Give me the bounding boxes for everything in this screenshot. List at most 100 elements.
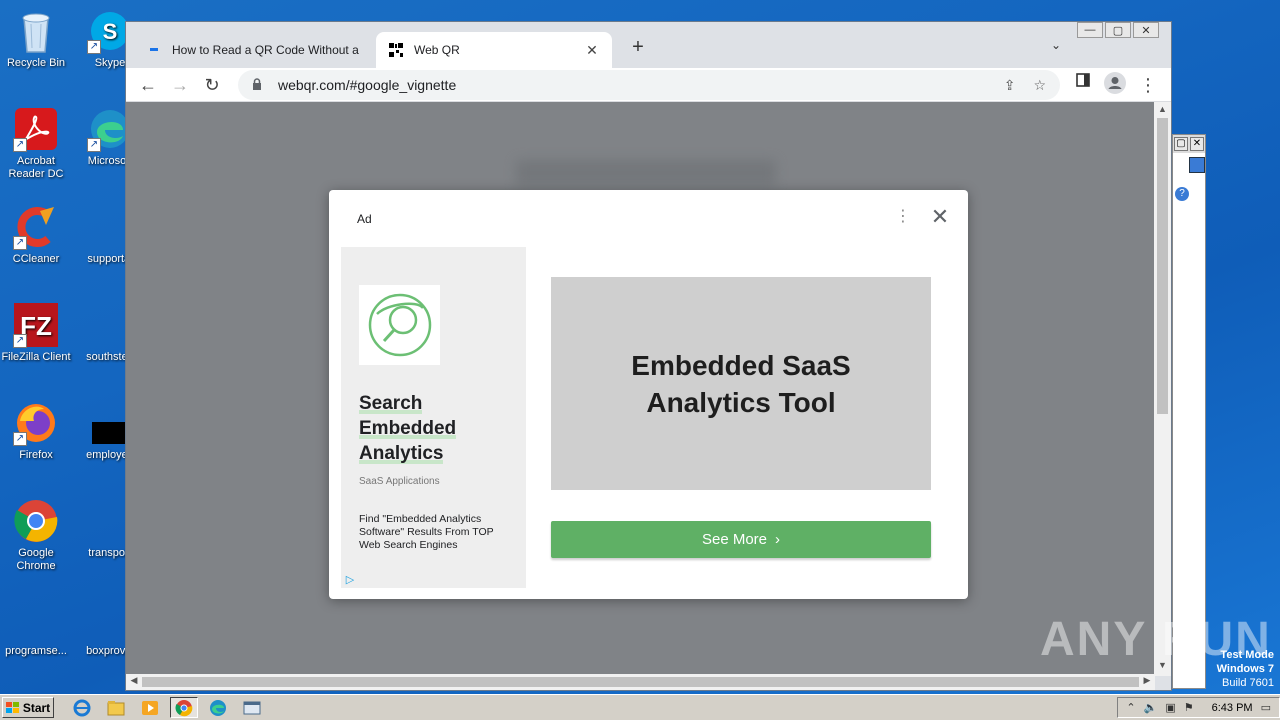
desktop-icon-firefox[interactable]: ↗ Firefox (0, 400, 72, 462)
desktop-icon-label: FileZilla Client (1, 351, 71, 363)
back-button[interactable]: ← (136, 73, 160, 97)
start-button[interactable]: Start (2, 697, 54, 718)
taskbar: Start ⌃ 🔈 ▣ ⚑ 6:43 PM ▭ (0, 694, 1280, 720)
scroll-left-arrow-icon[interactable]: ◀ (127, 675, 141, 686)
taskbar-apps (68, 697, 266, 718)
ad-close-button[interactable]: ✕ (929, 205, 951, 229)
tab-strip: How to Read a QR Code Without a C Web QR… (126, 22, 1171, 68)
network-icon[interactable]: ▣ (1165, 701, 1175, 714)
background-window[interactable]: ▢ ✕ ? (1172, 134, 1206, 689)
taskbar-explorer-icon[interactable] (102, 697, 130, 718)
windows-logo-icon (5, 701, 19, 713)
ad-subtitle: SaaS Applications (359, 476, 440, 487)
taskbar-window-icon[interactable] (238, 697, 266, 718)
desktop-icon-label: Acrobat Reader DC (8, 155, 64, 180)
profile-avatar-icon (1104, 72, 1126, 94)
desktop-icon-label: Google Chrome (16, 547, 56, 572)
see-more-label: See More (701, 531, 768, 548)
address-bar[interactable]: webqr.com/#google_vignette ⇪ ☆ (238, 70, 1060, 100)
blurred-page-heading (516, 160, 776, 186)
ad-headline-line: Analytics (359, 443, 444, 464)
scroll-up-arrow-icon[interactable]: ▲ (1154, 104, 1171, 118)
shortcut-arrow-icon: ↗ (13, 138, 27, 152)
maximize-icon[interactable]: ▢ (1174, 137, 1188, 151)
background-window-titlebar: ▢ ✕ (1173, 135, 1205, 153)
start-label: Start (22, 700, 51, 715)
vignette-ad-modal: Ad ⋮ ✕ Search Embedded Analytics SaaS Ap… (329, 190, 968, 599)
scroll-right-arrow-icon[interactable]: ▶ (1140, 675, 1154, 686)
reload-button[interactable]: ↻ (200, 73, 224, 97)
desktop-icon-label: Recycle Bin (6, 57, 66, 69)
new-tab-button[interactable]: + (626, 36, 650, 59)
shortcut-arrow-icon: ↗ (13, 236, 27, 250)
ad-banner-line: Embedded SaaS (631, 349, 851, 381)
ad-banner[interactable]: Embedded SaaS Analytics Tool (551, 277, 931, 490)
show-hidden-icons-icon[interactable]: ⌃ (1126, 701, 1135, 714)
ad-options-menu-icon[interactable]: ⋮ (895, 206, 911, 228)
tab-how-to-read-qr[interactable]: How to Read a QR Code Without a C (134, 32, 374, 68)
desktop-icon-chrome[interactable]: Google Chrome (0, 498, 72, 573)
ad-headline[interactable]: Search Embedded Analytics (359, 391, 519, 466)
desktop-icon-ccleaner[interactable]: ↗ CCleaner (0, 204, 72, 266)
desktop-icon-filezilla[interactable]: FZ ↗ FileZilla Client (0, 302, 72, 364)
horizontal-scroll-thumb[interactable] (142, 677, 1139, 687)
test-mode-notice: Test Mode Windows 7 Build 7601 (1217, 648, 1274, 690)
taskbar-media-player-icon[interactable] (136, 697, 164, 718)
shortcut-arrow-icon: ↗ (13, 432, 27, 446)
vertical-scroll-thumb[interactable] (1157, 118, 1168, 414)
ad-headline-line: Search (359, 393, 423, 414)
ad-sidebar[interactable]: Search Embedded Analytics SaaS Applicati… (341, 247, 526, 588)
help-icon[interactable]: ? (1175, 187, 1189, 201)
side-panel-icon (1076, 73, 1090, 87)
shortcut-arrow-icon: ↗ (87, 138, 101, 152)
tab-web-qr[interactable]: Web QR ✕ (376, 32, 612, 68)
side-panel-button[interactable] (1076, 73, 1090, 87)
profile-button[interactable] (1104, 72, 1126, 94)
ad-label: Ad (357, 212, 372, 226)
tab-title: Web QR (414, 43, 460, 57)
vertical-scrollbar[interactable]: ▲ ▼ (1154, 102, 1171, 676)
taskbar-chrome-icon[interactable] (170, 697, 198, 718)
desktop-icon-recycle-bin[interactable]: Recycle Bin (0, 8, 72, 70)
build-label: Build 7601 (1222, 677, 1274, 689)
forward-button[interactable]: → (168, 73, 192, 97)
taskbar-clock[interactable]: 6:43 PM (1212, 702, 1253, 714)
show-desktop-icon[interactable]: ▭ (1261, 701, 1271, 714)
qr-code-favicon-icon (388, 42, 404, 58)
test-mode-label: Test Mode (1220, 649, 1274, 661)
volume-icon[interactable]: 🔈 (1144, 701, 1158, 714)
ccleaner-icon: ↗ (13, 204, 59, 250)
close-icon[interactable]: ✕ (1190, 137, 1204, 151)
chevron-right-icon: › (775, 531, 781, 548)
bookmark-star-icon[interactable]: ☆ (1033, 77, 1046, 94)
svg-text:S: S (103, 19, 118, 44)
desktop-icon-acrobat[interactable]: ↗ Acrobat Reader DC (0, 106, 72, 181)
ad-banner-line: Analytics Tool (646, 386, 836, 418)
filezilla-icon: FZ ↗ (13, 302, 59, 348)
ad-headline-line: Embedded (359, 418, 457, 439)
desktop-icon-label: programse... (5, 645, 67, 657)
share-icon[interactable]: ⇪ (1004, 77, 1016, 94)
system-tray: ⌃ 🔈 ▣ ⚑ 6:43 PM ▭ (1117, 697, 1280, 718)
horizontal-scrollbar[interactable]: ◀ ▶ (126, 674, 1155, 690)
search-icon[interactable] (1189, 157, 1205, 173)
desktop-icon-label: Firefox (19, 449, 53, 461)
chrome-menu-button[interactable]: ⋮ (1136, 73, 1160, 97)
blank-file-icon (13, 596, 59, 642)
acrobat-icon: ↗ (13, 106, 59, 152)
omnibox-actions: ⇪ ☆ (1004, 77, 1046, 94)
shortcut-arrow-icon: ↗ (13, 334, 27, 348)
loading-favicon-icon (146, 42, 162, 58)
browser-toolbar: ← → ↻ webqr.com/#google_vignette ⇪ ☆ ⋮ (126, 68, 1171, 102)
see-more-button[interactable]: See More › (551, 521, 931, 558)
lock-icon[interactable] (252, 77, 266, 93)
planet-search-logo-icon (359, 285, 440, 365)
tab-search-button[interactable]: ⌄ (1051, 38, 1061, 52)
chrome-icon (13, 498, 59, 544)
desktop-icon-programse[interactable]: programse... (0, 596, 72, 658)
adchoices-icon[interactable]: ▷ (343, 573, 357, 587)
taskbar-edge-icon[interactable] (204, 697, 232, 718)
taskbar-ie-icon[interactable] (68, 697, 96, 718)
flag-icon[interactable]: ⚑ (1184, 701, 1194, 714)
tab-close-button[interactable]: ✕ (584, 42, 600, 59)
